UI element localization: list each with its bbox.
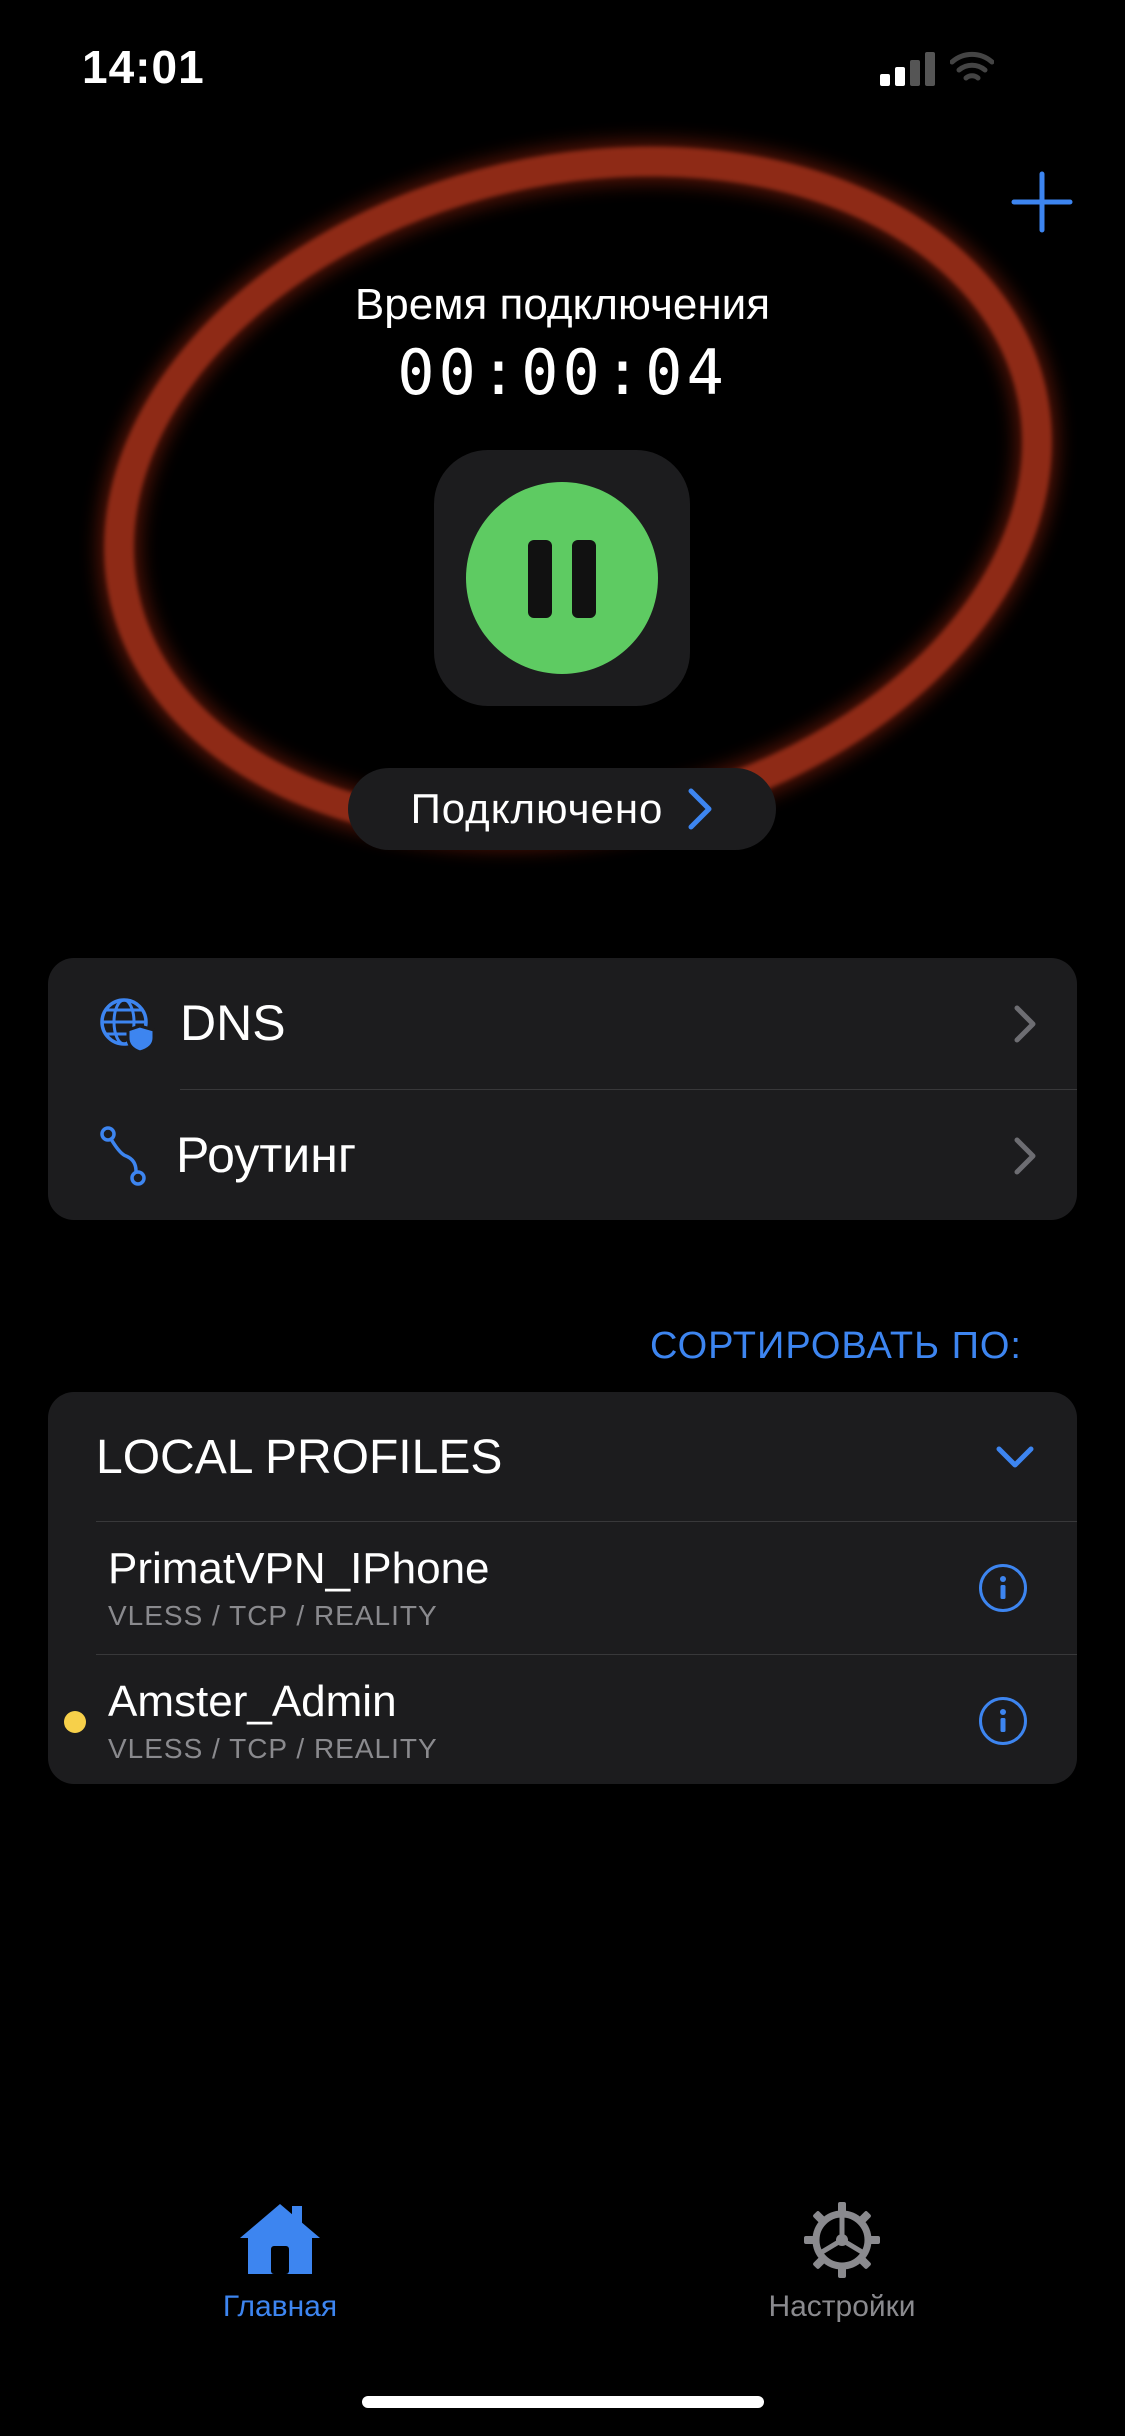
chevron-right-icon xyxy=(1014,1005,1036,1043)
pause-icon xyxy=(528,540,552,618)
dns-row[interactable]: DNS xyxy=(48,958,1077,1090)
info-icon xyxy=(1000,1576,1006,1599)
globe-shield-icon xyxy=(100,998,156,1052)
connection-status-label: Подключено xyxy=(410,785,664,832)
tab-home[interactable]: Главная xyxy=(150,2200,410,2323)
settings-group: DNS Роутинг xyxy=(48,958,1077,1220)
routing-label: Роутинг xyxy=(176,1127,357,1183)
pause-button[interactable] xyxy=(466,482,658,674)
wifi-icon xyxy=(949,50,995,86)
profile-info-button[interactable] xyxy=(979,1697,1027,1745)
cellular-signal-icon xyxy=(880,52,936,86)
profile-details: VLESS / TCP / REALITY xyxy=(108,1733,438,1764)
tab-home-label: Главная xyxy=(222,2290,338,2323)
active-profile-indicator xyxy=(64,1711,86,1733)
route-icon xyxy=(100,1126,146,1186)
house-icon xyxy=(240,2204,320,2274)
status-bar-time: 14:01 xyxy=(82,41,205,93)
sort-by-button[interactable]: СОРТИРОВАТЬ ПО: xyxy=(0,1325,1022,1368)
profile-details: VLESS / TCP / REALITY xyxy=(108,1600,438,1631)
add-profile-button[interactable] xyxy=(1010,170,1074,234)
tab-settings[interactable]: Настройки xyxy=(712,2200,972,2323)
profile-name: Amster_Admin xyxy=(108,1677,397,1726)
profile-info-button[interactable] xyxy=(979,1564,1027,1612)
routing-row[interactable]: Роутинг xyxy=(48,1090,1077,1222)
chevron-down-icon xyxy=(996,1446,1034,1468)
profile-name: PrimatVPN_IPhone xyxy=(108,1544,490,1593)
pause-icon-bar xyxy=(572,540,596,618)
profiles-group-title: LOCAL PROFILES xyxy=(96,1431,503,1484)
connection-time-label: Время подключения xyxy=(354,280,771,329)
gear-icon xyxy=(804,2202,880,2278)
tab-settings-label: Настройки xyxy=(768,2290,916,2323)
chevron-right-icon xyxy=(688,788,712,830)
profile-row-active[interactable]: Amster_Admin VLESS / TCP / REALITY xyxy=(48,1655,1077,1784)
connection-status-button[interactable]: Подключено xyxy=(348,768,776,850)
chevron-right-icon xyxy=(1014,1137,1036,1175)
profiles-group-header[interactable]: LOCAL PROFILES xyxy=(48,1392,1077,1522)
connection-timer: 00:00:04 xyxy=(397,336,728,409)
home-indicator[interactable] xyxy=(362,2396,764,2408)
profiles-group: LOCAL PROFILES PrimatVPN_IPhone VLESS / … xyxy=(48,1392,1077,1784)
info-icon xyxy=(1000,1709,1006,1732)
dns-label: DNS xyxy=(180,995,286,1051)
profile-row[interactable]: PrimatVPN_IPhone VLESS / TCP / REALITY xyxy=(48,1522,1077,1654)
